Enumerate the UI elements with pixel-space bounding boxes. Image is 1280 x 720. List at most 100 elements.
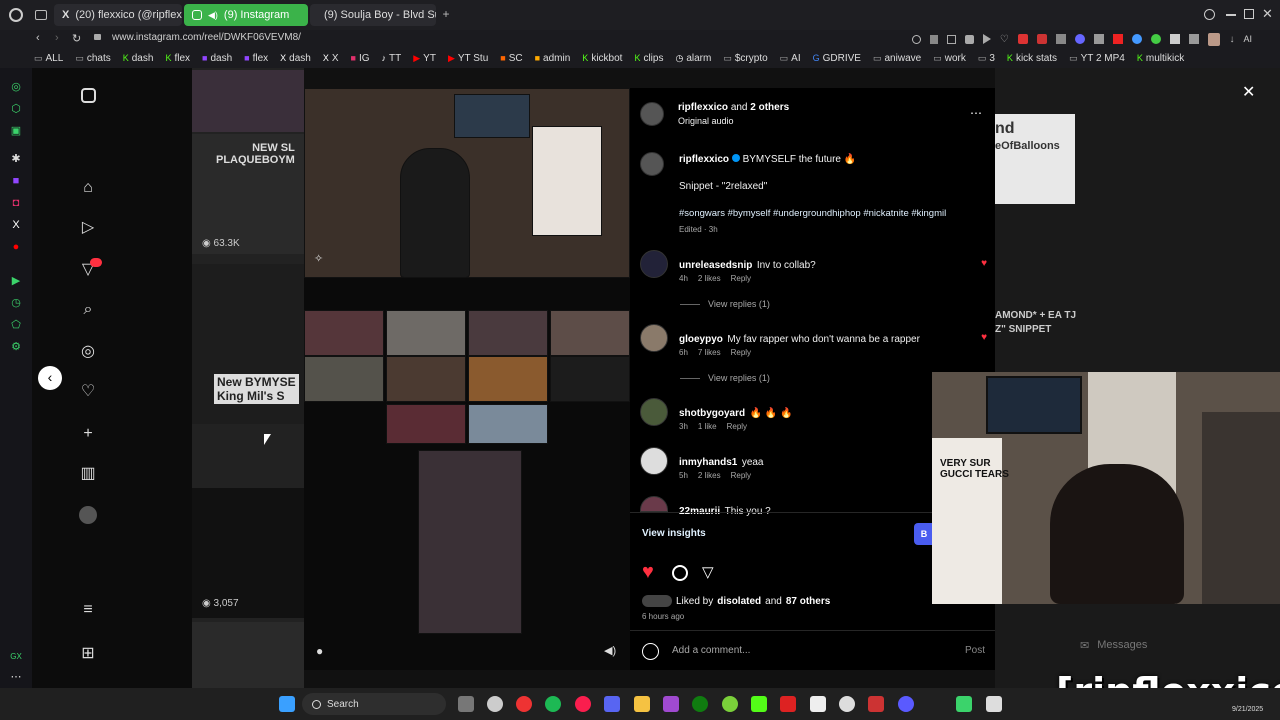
extension-icon[interactable] <box>1112 34 1123 44</box>
twitch-icon[interactable]: ■ <box>9 174 23 188</box>
emoji-icon[interactable] <box>642 643 659 660</box>
extension-icon[interactable] <box>1169 34 1180 44</box>
reel-thumbnail[interactable]: ◉ 3,057 <box>192 488 304 618</box>
more-apps-icon[interactable]: ⊞ <box>78 644 98 664</box>
original-audio-link[interactable]: Original audio <box>678 116 734 126</box>
messages-button[interactable]: ✉ Messages <box>1080 634 1245 656</box>
share-icon[interactable]: ▽ <box>702 563 714 581</box>
post-comment-button[interactable]: Post <box>965 645 985 656</box>
bookmark-item[interactable]: XX <box>323 53 339 64</box>
reply-button[interactable]: Reply <box>727 422 747 431</box>
previous-reel-button[interactable]: ‹ <box>38 366 62 390</box>
notifications-icon[interactable]: ♡ <box>78 382 98 402</box>
download-icon[interactable]: ↓ <box>1229 34 1234 45</box>
reel-video-player[interactable]: ✧ ● ◀) <box>304 88 630 670</box>
close-window-button[interactable]: ✕ <box>1262 6 1273 22</box>
search-tabs-icon[interactable] <box>1204 9 1215 20</box>
start-icon[interactable] <box>279 696 295 712</box>
extension-icon[interactable] <box>1055 34 1066 44</box>
opera-gx-icon[interactable] <box>575 696 591 712</box>
app-icon[interactable] <box>663 696 679 712</box>
history-icon[interactable]: ◷ <box>9 296 23 310</box>
app-icon[interactable] <box>780 696 796 712</box>
liked-by-others[interactable]: 87 others <box>786 596 830 607</box>
gx-corner-icon[interactable]: ▣ <box>9 124 23 138</box>
comment-icon[interactable] <box>672 565 688 581</box>
comment-avatar[interactable] <box>640 398 668 426</box>
author-name[interactable]: ripflexxico <box>678 102 728 113</box>
comment-likes[interactable]: 1 like <box>698 422 717 431</box>
extension-icon[interactable] <box>1036 34 1047 44</box>
player-icon[interactable]: ▶ <box>9 274 23 288</box>
comment-like-heart-icon[interactable]: ♥ <box>981 258 987 269</box>
comment-avatar[interactable] <box>640 447 668 475</box>
reload-icon[interactable]: ↻ <box>72 32 81 45</box>
bookmark-item[interactable]: Kdash <box>123 53 154 64</box>
dashboard-icon[interactable]: ▥ <box>78 464 98 484</box>
comment-user[interactable]: unreleasedsnip <box>679 260 752 271</box>
like-heart-icon[interactable]: ♥ <box>642 562 654 582</box>
pocket-icon[interactable] <box>964 34 974 44</box>
instagram-sidebar-icon[interactable]: ◘ <box>9 196 23 210</box>
boost-button[interactable]: B <box>914 523 934 545</box>
gx-cleaner-icon[interactable]: ⬡ <box>9 102 23 116</box>
xbox-icon[interactable] <box>692 696 708 712</box>
app-icon[interactable] <box>810 696 826 712</box>
comment-avatar[interactable] <box>640 250 668 278</box>
instagram-logo-icon[interactable] <box>78 88 98 108</box>
reply-button[interactable]: Reply <box>731 348 751 357</box>
chatgpt-taskbar-icon[interactable] <box>839 696 855 712</box>
view-replies-button[interactable]: View replies (1) <box>680 299 770 309</box>
bookmark-item[interactable]: ▭ $crypto <box>723 53 767 64</box>
tab-twitter[interactable]: X (20) flexxico (@ripflexxico <box>54 4 182 26</box>
spotify-icon[interactable] <box>545 696 561 712</box>
minimize-button[interactable] <box>1226 14 1236 16</box>
reply-button[interactable]: Reply <box>731 274 751 283</box>
reel-thumbnail[interactable]: New BYMYSE King Mil's S <box>192 264 304 424</box>
comment-input[interactable]: Add a comment... <box>672 645 750 656</box>
extension-icon[interactable] <box>1017 34 1028 44</box>
app-icon[interactable] <box>751 696 767 712</box>
extensions-sidebar-icon[interactable]: ⬠ <box>9 318 23 332</box>
chatgpt-icon[interactable]: ✱ <box>9 152 23 166</box>
gx-logo-icon[interactable]: GX <box>9 650 23 664</box>
bookmark-item[interactable]: Kkick stats <box>1007 53 1057 64</box>
opera-logo-icon[interactable] <box>9 8 23 22</box>
url-field[interactable]: www.instagram.com/reel/DWKF06VEVM8/ <box>112 32 301 43</box>
bookmark-item[interactable]: Kkickbot <box>582 53 622 64</box>
reel-thumbnail[interactable] <box>192 622 304 688</box>
settings-icon[interactable]: ⚙ <box>9 340 23 354</box>
play-icon[interactable] <box>982 34 991 44</box>
caption-avatar[interactable] <box>640 152 664 176</box>
account-icon[interactable]: ● <box>316 644 323 658</box>
app-icon[interactable] <box>868 696 884 712</box>
bookmark-item[interactable]: ■ dash <box>202 53 232 64</box>
home-icon[interactable]: ⌂ <box>78 178 98 198</box>
extension-icon[interactable] <box>1150 34 1161 44</box>
gx-control-icon[interactable]: ◎ <box>9 80 23 94</box>
explore-icon[interactable]: ◎ <box>78 342 98 362</box>
back-icon[interactable]: ‹ <box>36 32 40 44</box>
reel-thumbnail[interactable]: NEW SL PLAQUEBOYM ◉ 63.3K <box>192 134 304 254</box>
create-icon[interactable]: + <box>78 424 98 444</box>
youtube-sidebar-icon[interactable]: ● <box>9 240 23 254</box>
comment-likes[interactable]: 2 likes <box>698 471 721 480</box>
liked-by-user[interactable]: disolated <box>717 596 761 607</box>
bookmark-item[interactable]: ▭ 3 <box>978 53 995 64</box>
ai-icon[interactable]: AI <box>1243 34 1252 44</box>
more-options-icon[interactable]: ⋯ <box>970 106 982 120</box>
caption-author[interactable]: ripflexxico <box>679 154 729 165</box>
bookmark-item[interactable]: ▭ chats <box>75 53 110 64</box>
bookmark-item[interactable]: ■ admin <box>535 53 571 64</box>
bookmark-item[interactable]: ♪ TT <box>382 53 402 64</box>
tab-grid-icon[interactable] <box>35 10 47 20</box>
bookmark-item[interactable]: ▭ YT 2 MP4 <box>1069 53 1125 64</box>
bookmark-item[interactable]: ▭ AI <box>780 53 801 64</box>
app-icon[interactable] <box>898 696 914 712</box>
comment-likes[interactable]: 2 likes <box>698 274 721 283</box>
bookmark-item[interactable]: Kflex <box>165 53 190 64</box>
bookmark-item[interactable]: ▶ YT Stu <box>448 53 488 64</box>
bookmark-item[interactable]: ▶ YT <box>413 53 436 64</box>
reply-button[interactable]: Reply <box>731 471 751 480</box>
comment-user[interactable]: gloeypyo <box>679 334 723 345</box>
